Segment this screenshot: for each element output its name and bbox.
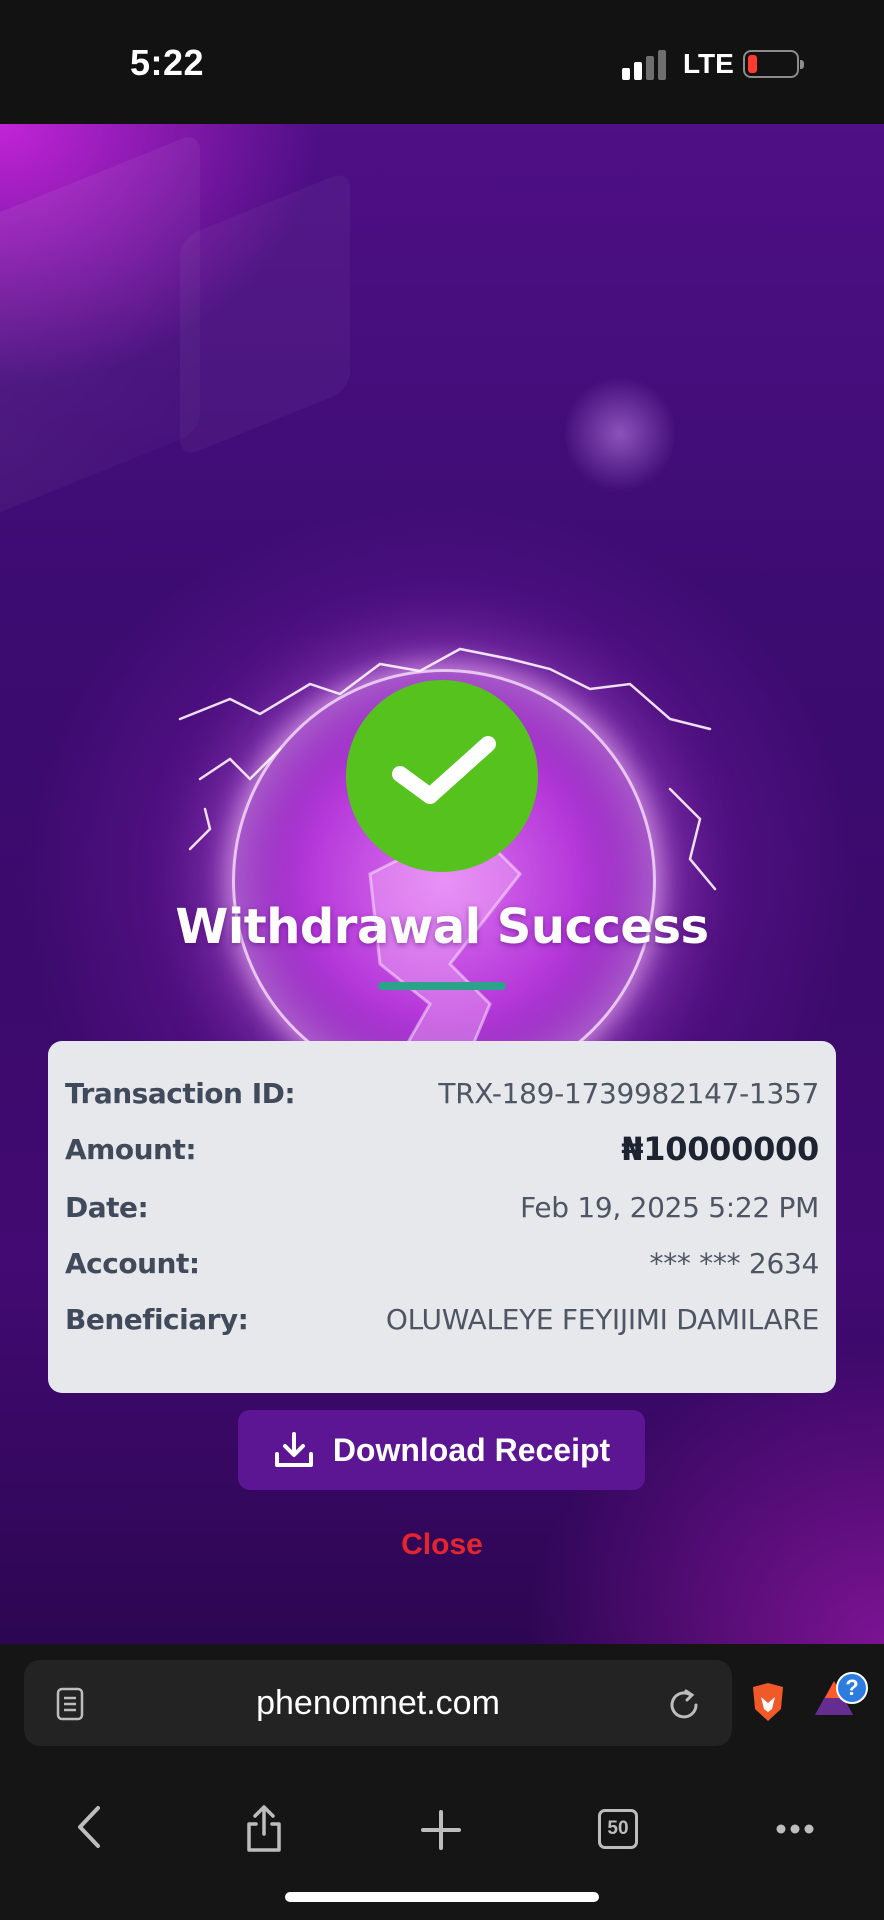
download-icon <box>274 1432 313 1467</box>
beneficiary-value: OLUWALEYE FEYIJIMI DAMILARE <box>385 1302 819 1336</box>
help-badge[interactable]: ? <box>836 1672 868 1704</box>
date-value: Feb 19, 2025 5:22 PM <box>520 1190 819 1224</box>
page-title: Withdrawal Success <box>175 899 709 955</box>
network-label: LTE <box>683 48 734 79</box>
row-label: Date: <box>65 1190 149 1224</box>
withdrawal-success-page: Withdrawal Success Transaction ID: TRX-1… <box>0 124 884 1644</box>
signal-icon <box>622 50 668 80</box>
more-icon[interactable] <box>776 1824 814 1834</box>
address-bar[interactable]: phenomnet.com <box>24 1660 732 1746</box>
browser-toolbar: phenomnet.com ? 50 <box>0 1644 884 1920</box>
success-check-icon <box>346 680 538 872</box>
transaction-id-value: TRX-189-1739982147-1357 <box>438 1076 819 1110</box>
row-amount: Amount: ₦10000000 <box>65 1129 819 1169</box>
home-indicator <box>285 1892 599 1902</box>
row-transaction-id: Transaction ID: TRX-189-1739982147-1357 <box>65 1073 819 1113</box>
background-glow <box>565 374 675 494</box>
row-date: Date: Feb 19, 2025 5:22 PM <box>65 1187 819 1227</box>
row-label: Beneficiary: <box>65 1302 249 1336</box>
row-account: Account: *** *** 2634 <box>65 1243 819 1283</box>
title-underline <box>378 982 506 990</box>
reload-icon[interactable] <box>666 1687 702 1723</box>
account-value: *** *** 2634 <box>649 1246 820 1280</box>
tabs-button[interactable]: 50 <box>598 1809 638 1849</box>
status-time: 5:22 <box>130 42 205 83</box>
row-label: Transaction ID: <box>65 1076 296 1110</box>
row-label: Account: <box>65 1246 200 1280</box>
new-tab-icon[interactable] <box>421 1810 461 1850</box>
close-button[interactable]: Close <box>0 1528 884 1562</box>
download-receipt-label: Download Receipt <box>332 1431 611 1468</box>
row-label: Amount: <box>65 1132 197 1166</box>
url-text: phenomnet.com <box>256 1684 500 1722</box>
back-icon[interactable] <box>74 1804 104 1850</box>
amount-value: ₦10000000 <box>621 1130 819 1168</box>
download-receipt-button[interactable]: Download Receipt <box>238 1410 645 1490</box>
background-shape <box>0 131 200 537</box>
row-beneficiary: Beneficiary: OLUWALEYE FEYIJIMI DAMILARE <box>65 1299 819 1339</box>
battery-icon <box>743 50 804 78</box>
background-shape <box>180 169 350 459</box>
share-icon[interactable] <box>244 1804 284 1854</box>
status-bar: 5:22 LTE <box>0 0 884 124</box>
receipt-card: Transaction ID: TRX-189-1739982147-1357 … <box>48 1041 836 1393</box>
brave-shield-icon[interactable] <box>749 1681 787 1723</box>
